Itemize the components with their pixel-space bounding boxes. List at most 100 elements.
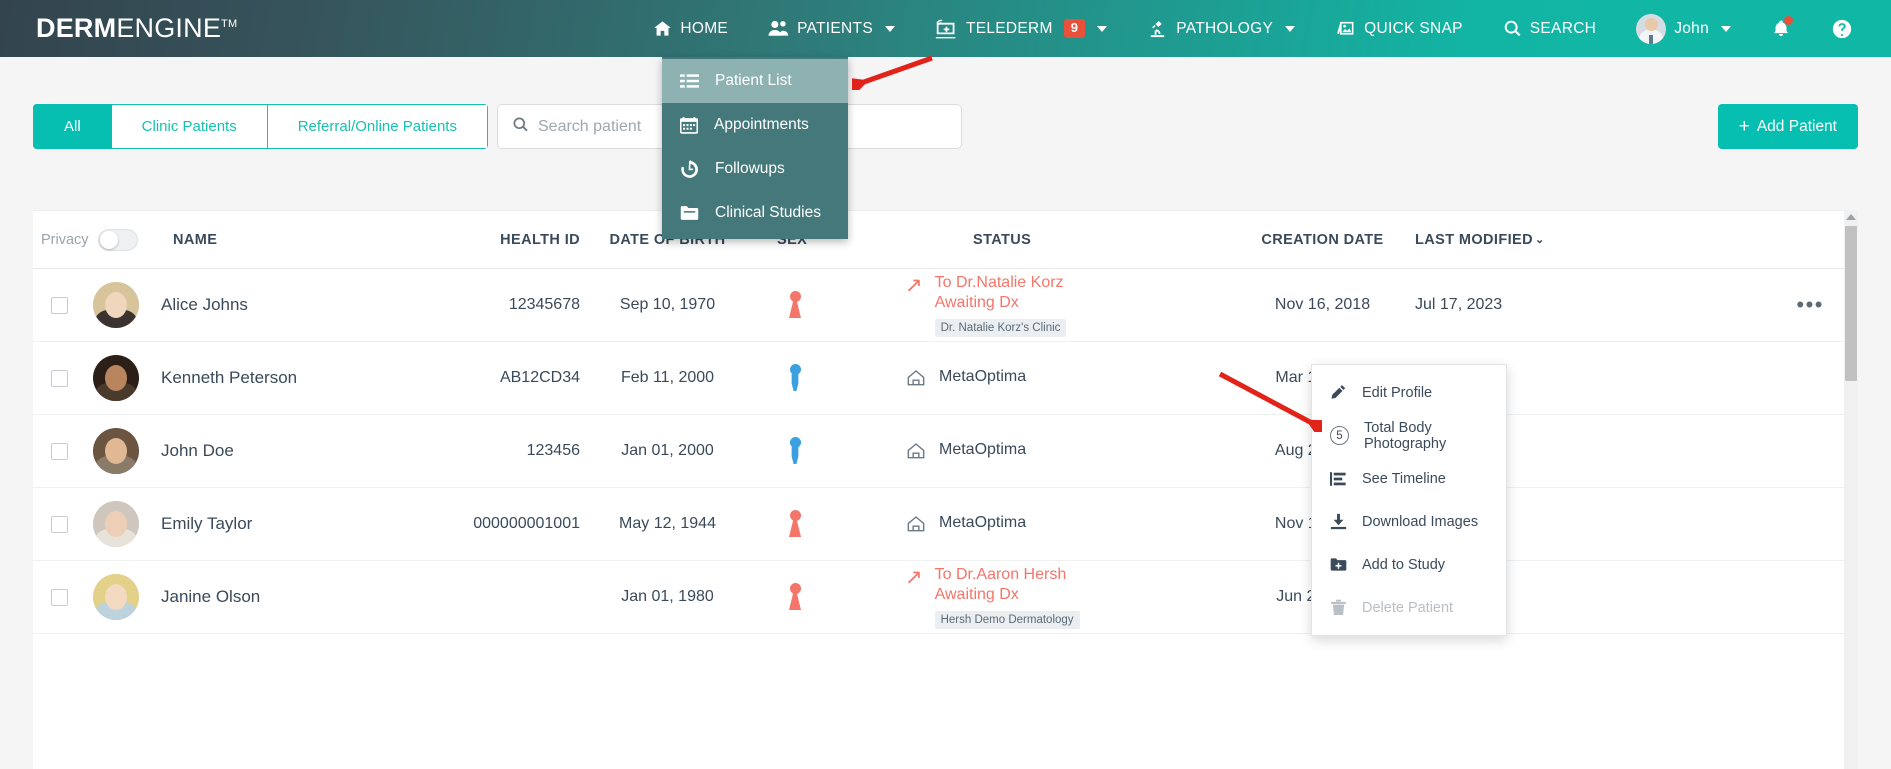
add-patient-button[interactable]: + Add Patient xyxy=(1717,104,1858,149)
dropdown-item-clinical-studies-label: Clinical Studies xyxy=(715,204,821,221)
column-header-creation-date[interactable]: CREATION DATE xyxy=(1230,232,1415,248)
patient-name[interactable]: Janine Olson xyxy=(161,587,260,607)
nav-item-patients[interactable]: PATIENTS xyxy=(748,0,915,57)
column-header-name[interactable]: Privacy NAME xyxy=(41,228,407,251)
search-icon xyxy=(512,116,529,138)
context-item-delete-patient: Delete Patient xyxy=(1312,586,1506,629)
nav-item-telederm[interactable]: TELEDERM 9 xyxy=(915,0,1127,57)
context-item-edit-profile[interactable]: Edit Profile xyxy=(1312,371,1506,414)
context-item-add-to-study[interactable]: Add to Study xyxy=(1312,543,1506,586)
patient-health-id: 000000001001 xyxy=(473,515,580,532)
patient-row-context-menu: Edit Profile 5 Total Body Photography Se… xyxy=(1311,364,1507,636)
logo-bold: DERM xyxy=(36,13,117,43)
help-button[interactable] xyxy=(1811,0,1873,57)
column-header-status[interactable]: STATUS xyxy=(905,232,1230,248)
patient-status: ↗ To Dr.Aaron Hersh Awaiting Dx Hersh Demo … xyxy=(905,565,1230,629)
column-header-health-id[interactable]: HEALTH ID xyxy=(407,232,580,248)
patient-dob: May 12, 1944 xyxy=(619,515,716,532)
chevron-down-icon xyxy=(1285,25,1296,32)
row-checkbox[interactable] xyxy=(50,442,68,460)
table-row[interactable]: Emily Taylor 000000001001 May 12, 1944 Meta… xyxy=(33,488,1858,561)
tab-referral-online-patients[interactable]: Referral/Online Patients xyxy=(267,104,488,149)
sex-icon xyxy=(789,291,801,319)
patients-dropdown-menu: Patient List Appointments Followups Clin… xyxy=(662,57,848,239)
clinic-house-icon xyxy=(905,368,927,388)
patient-name[interactable]: Alice Johns xyxy=(161,295,248,315)
scroll-up-arrow-icon[interactable] xyxy=(1846,214,1856,220)
nav-item-pathology-label: PATHOLOGY xyxy=(1176,19,1274,37)
patient-avatar xyxy=(93,282,139,328)
patient-name[interactable]: Emily Taylor xyxy=(161,514,252,534)
patient-name[interactable]: John Doe xyxy=(161,441,234,461)
row-checkbox[interactable] xyxy=(50,588,68,606)
tab-clinic-patients-label: Clinic Patients xyxy=(141,118,237,135)
column-header-name-label: NAME xyxy=(173,231,218,248)
table-row[interactable]: Janine Olson Jan 01, 1980 ↗ To Dr.Aaron Her… xyxy=(33,561,1858,634)
row-checkbox[interactable] xyxy=(50,515,68,533)
nav-item-search-label: SEARCH xyxy=(1529,19,1597,37)
column-header-creation-date-label: CREATION DATE xyxy=(1261,231,1384,248)
patient-status: ↗ To Dr.Natalie Korz Awaiting Dx Dr. Natali… xyxy=(905,273,1230,337)
context-item-see-timeline[interactable]: See Timeline xyxy=(1312,457,1506,500)
patient-avatar xyxy=(93,428,139,474)
context-item-total-body-photography[interactable]: 5 Total Body Photography xyxy=(1312,414,1506,457)
tab-all[interactable]: All xyxy=(33,104,112,149)
table-row[interactable]: Kenneth Peterson AB12CD34 Feb 11, 2000 Meta… xyxy=(33,342,1858,415)
context-item-download-images-label: Download Images xyxy=(1362,513,1479,530)
nav-right-group: John xyxy=(1616,0,1873,57)
user-menu[interactable]: John xyxy=(1616,0,1751,57)
logo-tm: TM xyxy=(221,18,238,30)
tab-clinic-patients[interactable]: Clinic Patients xyxy=(111,104,268,149)
app-logo[interactable]: DERMENGINETM xyxy=(36,13,237,44)
scrollbar-thumb[interactable] xyxy=(1845,226,1857,381)
table-row[interactable]: Alice Johns 12345678 Sep 10, 1970 ↗ To Dr.Na… xyxy=(33,269,1858,342)
patient-avatar xyxy=(93,501,139,547)
microscope-icon xyxy=(1147,19,1168,39)
patient-dob: Sep 10, 1970 xyxy=(619,296,716,313)
home-icon xyxy=(653,19,672,38)
table-scrollbar[interactable] xyxy=(1844,210,1858,769)
pencil-icon xyxy=(1330,384,1347,401)
status-referral-state: Awaiting Dx xyxy=(934,294,1019,311)
dropdown-item-followups-label: Followups xyxy=(715,160,785,177)
patient-table: Privacy NAME HEALTH ID DATE OF BIRTH SEX… xyxy=(33,210,1858,769)
patient-last-modified: Jul 17, 2023 xyxy=(1415,296,1503,313)
table-body: Alice Johns 12345678 Sep 10, 1970 ↗ To Dr.Na… xyxy=(33,269,1858,634)
help-icon xyxy=(1831,18,1853,40)
context-item-edit-profile-label: Edit Profile xyxy=(1362,384,1433,401)
dropdown-item-appointments[interactable]: Appointments xyxy=(662,103,848,147)
patient-dob: Jan 01, 2000 xyxy=(621,442,714,459)
patient-avatar xyxy=(93,574,139,620)
tab-all-label: All xyxy=(64,118,81,135)
status-clinic-name: MetaOptima xyxy=(939,514,1027,531)
dropdown-item-patient-list[interactable]: Patient List xyxy=(662,59,848,103)
nav-item-pathology[interactable]: PATHOLOGY xyxy=(1127,0,1315,57)
column-header-last-modified-label: LAST MODIFIED xyxy=(1415,231,1533,248)
chevron-down-icon xyxy=(1097,25,1108,32)
folder-icon xyxy=(680,205,699,221)
context-item-download-images[interactable]: Download Images xyxy=(1312,500,1506,543)
plus-icon: + xyxy=(1738,116,1750,137)
dropdown-item-clinical-studies[interactable]: Clinical Studies xyxy=(662,191,848,235)
folder-add-icon xyxy=(1330,557,1347,572)
table-row[interactable]: John Doe 123456 Jan 01, 2000 MetaOptima Aug … xyxy=(33,415,1858,488)
patient-dob: Jan 01, 1980 xyxy=(621,588,714,605)
context-item-delete-patient-label: Delete Patient xyxy=(1362,599,1454,616)
user-name-label: John xyxy=(1674,19,1709,37)
patients-toolbar: All Clinic Patients Referral/Online Pati… xyxy=(0,57,1891,229)
row-actions-button[interactable]: ••• xyxy=(1796,294,1824,316)
notifications-button[interactable] xyxy=(1751,0,1811,57)
patient-name[interactable]: Kenneth Peterson xyxy=(161,368,297,388)
row-checkbox[interactable] xyxy=(50,296,68,314)
row-checkbox[interactable] xyxy=(50,369,68,387)
column-header-last-modified[interactable]: LAST MODIFIED ⌄ xyxy=(1415,232,1600,248)
telederm-count-badge: 9 xyxy=(1063,19,1086,38)
nav-item-search[interactable]: SEARCH xyxy=(1483,0,1616,57)
nav-item-quick-snap[interactable]: QUICK SNAP xyxy=(1315,0,1483,57)
chevron-down-icon: ⌄ xyxy=(1534,234,1545,246)
nav-item-home[interactable]: HOME xyxy=(633,0,748,57)
clinic-house-icon xyxy=(905,441,927,461)
dropdown-item-followups[interactable]: Followups xyxy=(662,147,848,191)
privacy-toggle[interactable] xyxy=(97,228,138,251)
search-icon xyxy=(1503,19,1522,38)
